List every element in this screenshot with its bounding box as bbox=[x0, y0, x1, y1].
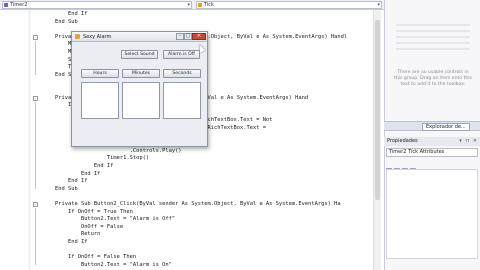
code-line[interactable]: Button2.Text = "Alarm is Off" bbox=[42, 216, 175, 223]
seconds-button[interactable]: Seconds bbox=[163, 69, 201, 78]
event-combo-value: Tick bbox=[204, 2, 214, 8]
event-icon bbox=[198, 3, 202, 7]
alarm-form-window[interactable]: Sexy Alarm – □ ✕ Select Sound Alarm is O… bbox=[71, 31, 208, 147]
properties-toolbar bbox=[386, 159, 478, 174]
app-icon bbox=[75, 34, 80, 39]
solution-explorer-tabstrip: Explorador de... bbox=[384, 121, 480, 131]
code-line[interactable]: End Sub bbox=[42, 186, 78, 193]
collapse-toggle-icon[interactable]: - bbox=[33, 34, 38, 40]
editor-vertical-scrollbar[interactable] bbox=[373, 10, 381, 270]
event-combo[interactable]: Tick ▾ bbox=[196, 1, 382, 9]
code-line[interactable]: Timer1.Stop() bbox=[42, 155, 149, 162]
select-sound-button[interactable]: Select Sound bbox=[121, 50, 158, 59]
code-line[interactable]: End Sub bbox=[42, 19, 78, 26]
collapse-toggle-icon[interactable]: - bbox=[33, 202, 38, 207]
hours-list[interactable] bbox=[81, 82, 119, 119]
code-line[interactable]: If OnOff = True Then bbox=[42, 209, 133, 216]
code-line[interactable]: End If bbox=[42, 239, 87, 246]
toolbox-empty-message: There are no usable controls in this gro… bbox=[394, 70, 472, 87]
selection-margin bbox=[28, 10, 31, 270]
outline-guide bbox=[35, 40, 36, 75]
code-line[interactable]: Private Sub Button2_Click(ByVal sender A… bbox=[42, 201, 341, 208]
panel-window-buttons[interactable]: ▾ ⊓ ✕ bbox=[459, 137, 478, 146]
form-title-bar[interactable]: Sexy Alarm – □ ✕ bbox=[72, 32, 207, 42]
maximize-icon[interactable]: □ bbox=[184, 33, 192, 40]
outline-guide bbox=[35, 101, 36, 189]
code-line[interactable]: .Controls.Play() bbox=[42, 148, 182, 155]
code-line[interactable]: OnOff = False bbox=[42, 224, 123, 231]
properties-header: Propiedades ▾ ⊓ ✕ bbox=[384, 137, 480, 146]
toolbox-faded-items bbox=[392, 20, 474, 66]
code-editor-navigation-bar: Timer2 ▾ Tick ▾ bbox=[0, 0, 384, 10]
close-icon[interactable]: ✕ bbox=[192, 33, 206, 40]
outline-guide bbox=[35, 208, 36, 265]
code-line[interactable]: End If bbox=[42, 178, 87, 185]
properties-title: Propiedades bbox=[387, 138, 418, 144]
code-line[interactable]: Return bbox=[42, 231, 100, 238]
line-margin bbox=[0, 10, 30, 270]
properties-grid[interactable] bbox=[386, 169, 478, 259]
object-combo[interactable]: Timer2 ▾ bbox=[2, 1, 192, 9]
object-combo-value: Timer2 bbox=[10, 2, 28, 8]
code-line[interactable]: If OnOff = False Then bbox=[42, 254, 136, 261]
properties-object-combo[interactable]: Timer2 Tick Attributes bbox=[386, 148, 478, 157]
code-line[interactable]: Button2.Text = "Alarm is On" bbox=[42, 262, 172, 269]
minutes-button[interactable]: Minutes bbox=[122, 69, 160, 78]
tab-solution-explorer[interactable]: Explorador de... bbox=[422, 123, 470, 131]
scrollbar-thumb[interactable] bbox=[375, 20, 380, 200]
alarm-toggle-button[interactable]: Alarm is Off bbox=[163, 50, 200, 59]
collapse-toggle-icon[interactable]: - bbox=[33, 95, 38, 101]
code-line[interactable]: End If bbox=[42, 171, 100, 178]
seconds-list[interactable] bbox=[163, 82, 201, 119]
hours-button[interactable]: Hours bbox=[81, 69, 119, 78]
minimize-icon[interactable]: – bbox=[176, 33, 184, 40]
code-line[interactable]: End If bbox=[42, 163, 113, 170]
code-line[interactable]: End If bbox=[42, 11, 87, 18]
minutes-list[interactable] bbox=[122, 82, 160, 119]
chevron-down-icon[interactable]: ▾ bbox=[187, 2, 190, 8]
chevron-down-icon[interactable]: ▾ bbox=[377, 2, 380, 8]
timer-icon bbox=[4, 3, 8, 7]
code-line[interactable]: If bbox=[42, 102, 75, 109]
form-title: Sexy Alarm bbox=[83, 34, 112, 40]
